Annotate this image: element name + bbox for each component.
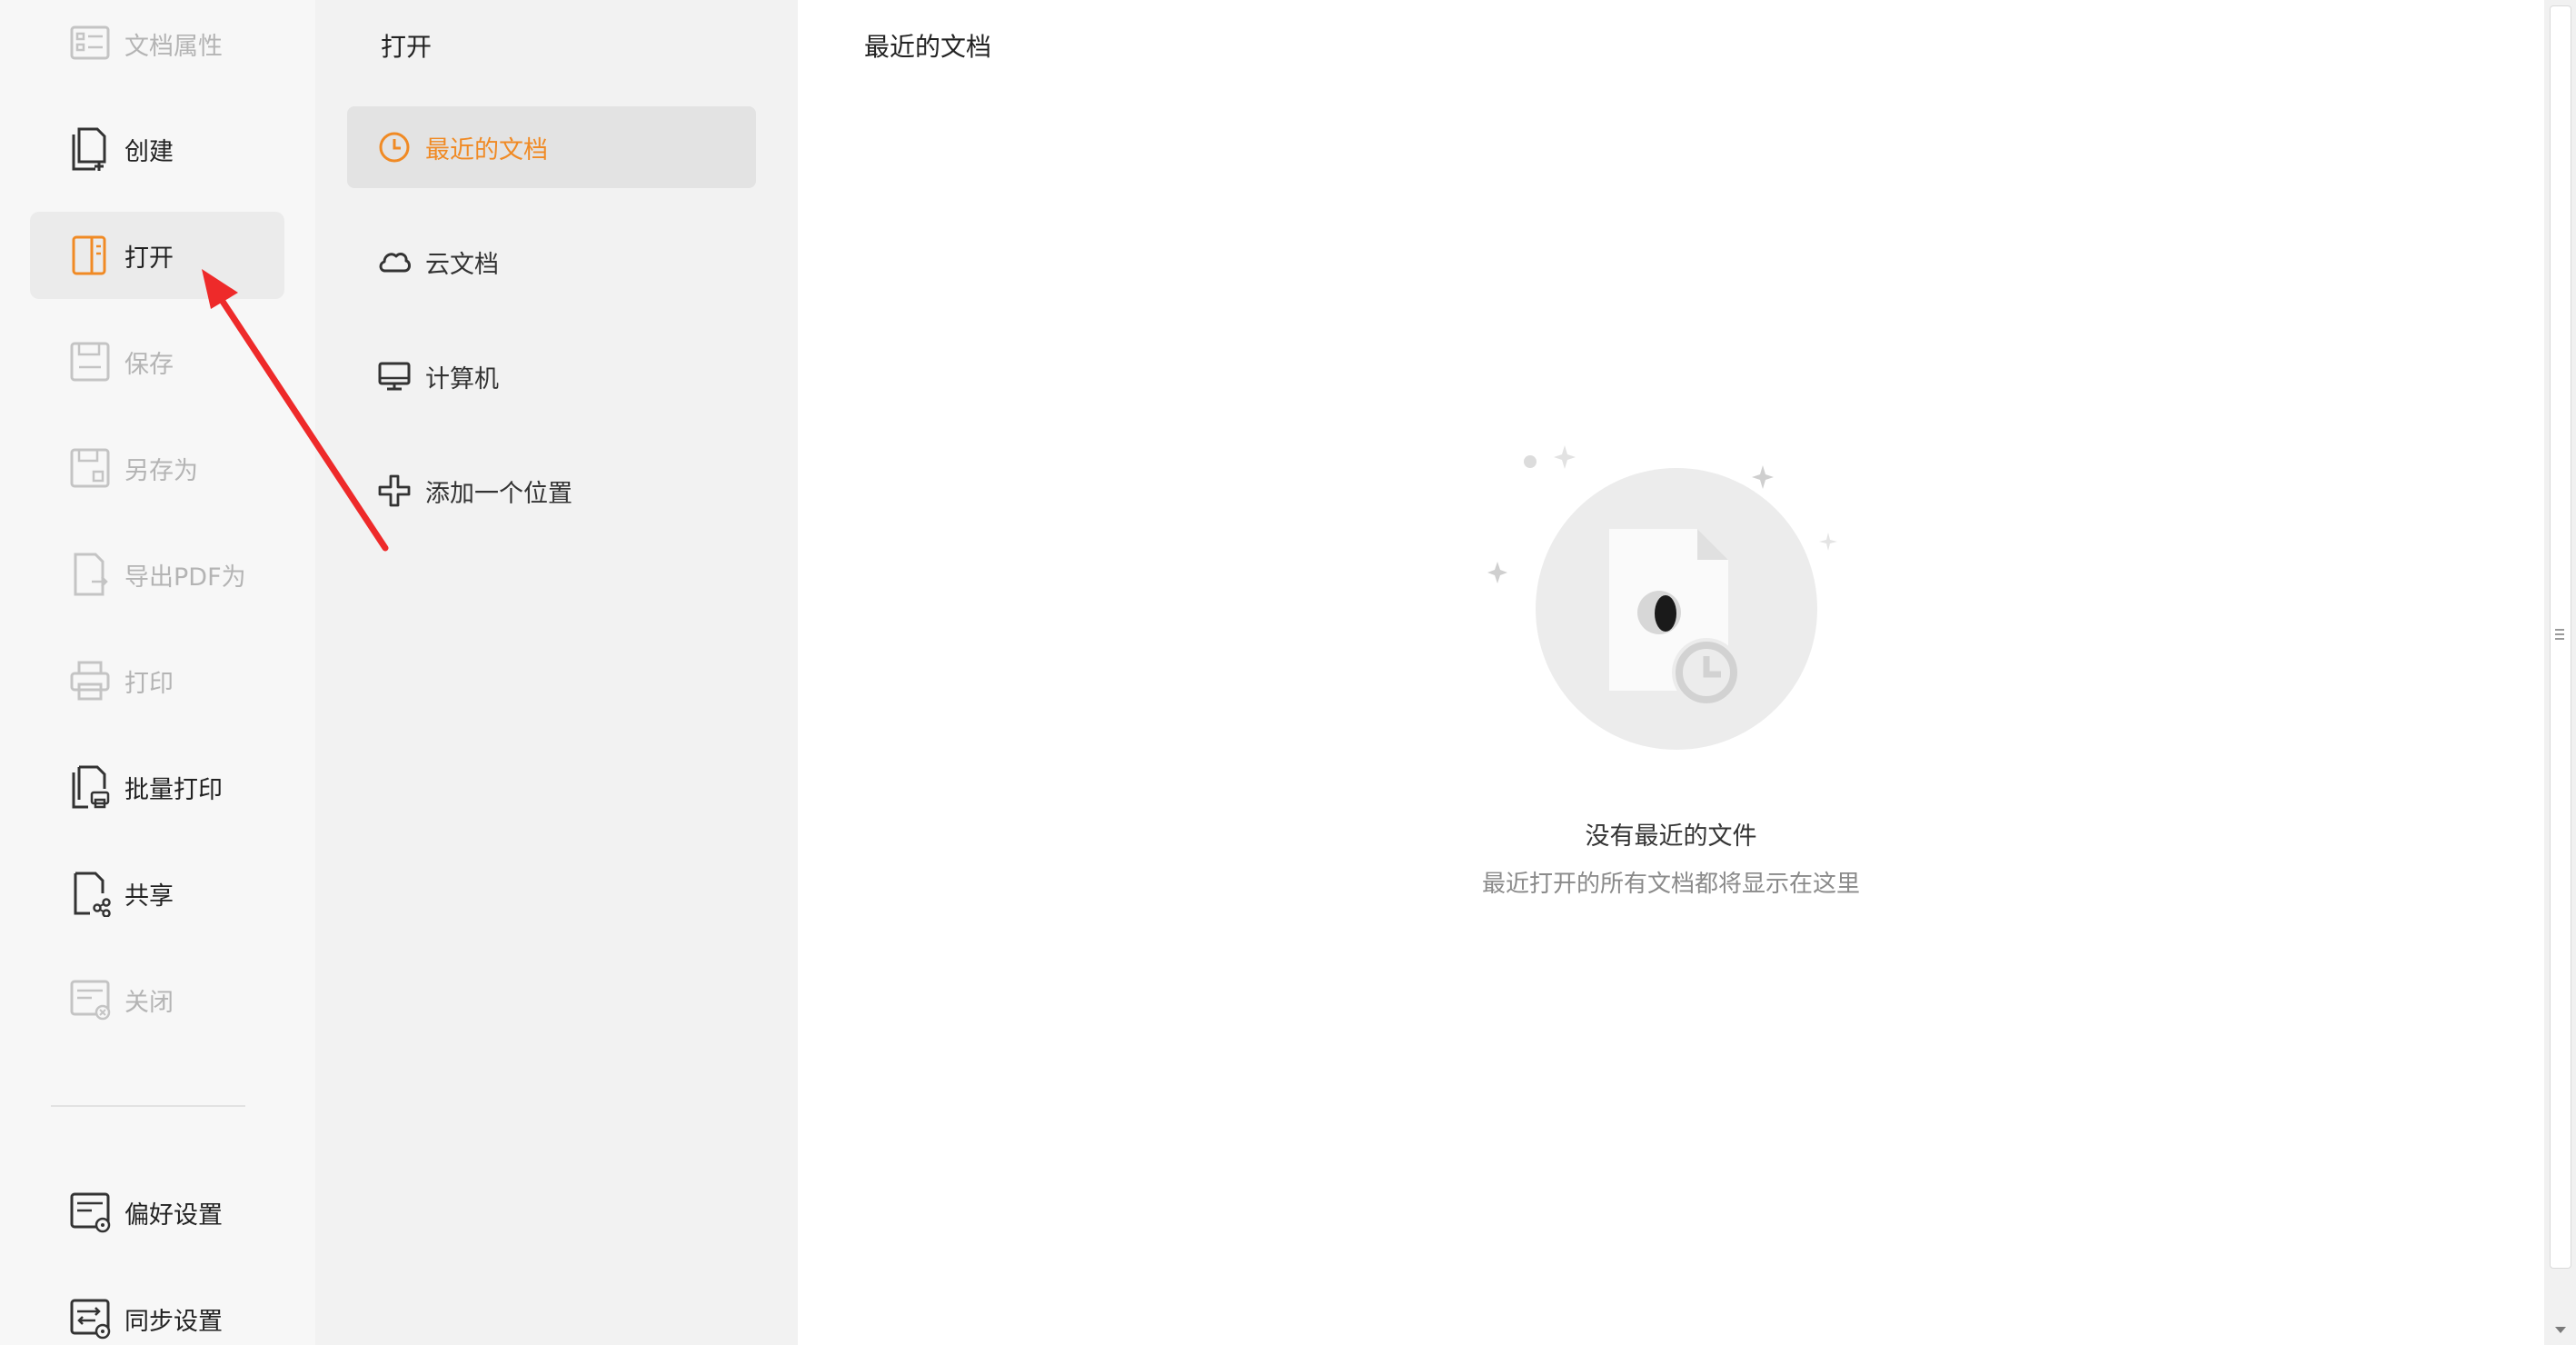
sidebar-item-sync-settings[interactable]: 同步设置 (30, 1275, 284, 1345)
document-properties-icon (68, 20, 112, 67)
location-item-label: 添加一个位置 (425, 479, 572, 508)
sidebar-divider (51, 1105, 245, 1107)
recent-documents-view: 最近的文档 没有最近的文件 最近打开的所有文档都将显示在这里 (798, 0, 2544, 1345)
sidebar-item-label: 共享 (124, 882, 174, 911)
open-folder-icon (68, 232, 112, 279)
sidebar-item-export-pdf[interactable]: 导出PDF为 (30, 531, 284, 618)
cloud-icon (376, 244, 413, 280)
create-document-icon (68, 125, 112, 173)
app-window: 文档属性 创建 打开 保存 另存为 导出PDF为 打印 批量打印 共享 关闭 偏… (0, 0, 2576, 1345)
clock-icon (376, 129, 413, 165)
sidebar-item-label: 保存 (124, 350, 174, 379)
save-icon (68, 338, 112, 385)
sidebar-item-label: 关闭 (124, 988, 174, 1017)
sidebar-item-label: 打印 (124, 669, 174, 698)
close-document-icon (68, 976, 112, 1023)
sidebar-item-label: 导出PDF为 (124, 563, 246, 592)
sidebar-item-label: 批量打印 (124, 775, 223, 804)
sync-settings-icon (68, 1295, 112, 1342)
print-icon (68, 657, 112, 704)
sidebar-item-label: 打开 (124, 244, 174, 273)
location-item-label: 最近的文档 (425, 135, 548, 164)
empty-recent-files-illustration (1487, 445, 1837, 750)
scroll-down-arrow-icon[interactable] (2552, 1321, 2569, 1338)
vertical-scrollbar[interactable] (2544, 0, 2576, 1345)
sidebar-item-document-properties[interactable]: 文档属性 (30, 0, 284, 87)
sidebar-item-close[interactable]: 关闭 (30, 956, 284, 1043)
sidebar-item-label: 另存为 (124, 456, 198, 485)
sidebar-item-label: 创建 (124, 137, 174, 166)
empty-state-title: 没有最近的文件 (1585, 822, 1757, 851)
computer-icon (376, 358, 413, 394)
file-menu-sidebar: 文档属性 创建 打开 保存 另存为 导出PDF为 打印 批量打印 共享 关闭 偏… (0, 0, 315, 1345)
open-locations-panel: 打开 最近的文档 云文档 计算机 添加一个位置 (315, 0, 798, 1345)
scrollbar-grip-icon (2555, 629, 2564, 640)
location-item-recent[interactable]: 最近的文档 (347, 106, 756, 188)
page-title: 最近的文档 (864, 32, 992, 62)
sidebar-item-share[interactable]: 共享 (30, 850, 284, 937)
sidebar-item-label: 文档属性 (124, 32, 223, 61)
sidebar-item-save[interactable]: 保存 (30, 318, 284, 405)
location-item-cloud[interactable]: 云文档 (347, 221, 756, 303)
location-item-label: 云文档 (425, 250, 499, 279)
batch-print-icon (68, 763, 112, 811)
sidebar-item-open[interactable]: 打开 (30, 212, 284, 299)
add-location-icon (376, 473, 413, 509)
location-item-computer[interactable]: 计算机 (347, 335, 756, 417)
export-pdf-icon (68, 551, 112, 598)
sidebar-item-label: 偏好设置 (124, 1201, 223, 1230)
location-item-add-location[interactable]: 添加一个位置 (347, 450, 756, 532)
panel-title: 打开 (381, 32, 433, 62)
sidebar-item-label: 同步设置 (124, 1307, 223, 1336)
sidebar-item-save-as[interactable]: 另存为 (30, 424, 284, 512)
sidebar-item-preferences[interactable]: 偏好设置 (30, 1169, 284, 1256)
save-as-icon (68, 444, 112, 492)
empty-state-description: 最近打开的所有文档都将显示在这里 (1481, 871, 1860, 898)
preferences-icon (68, 1189, 112, 1236)
share-icon (68, 870, 112, 917)
sidebar-item-batch-print[interactable]: 批量打印 (30, 743, 284, 831)
location-item-label: 计算机 (425, 364, 499, 394)
sidebar-item-create[interactable]: 创建 (30, 105, 284, 193)
sidebar-item-print[interactable]: 打印 (30, 637, 284, 724)
